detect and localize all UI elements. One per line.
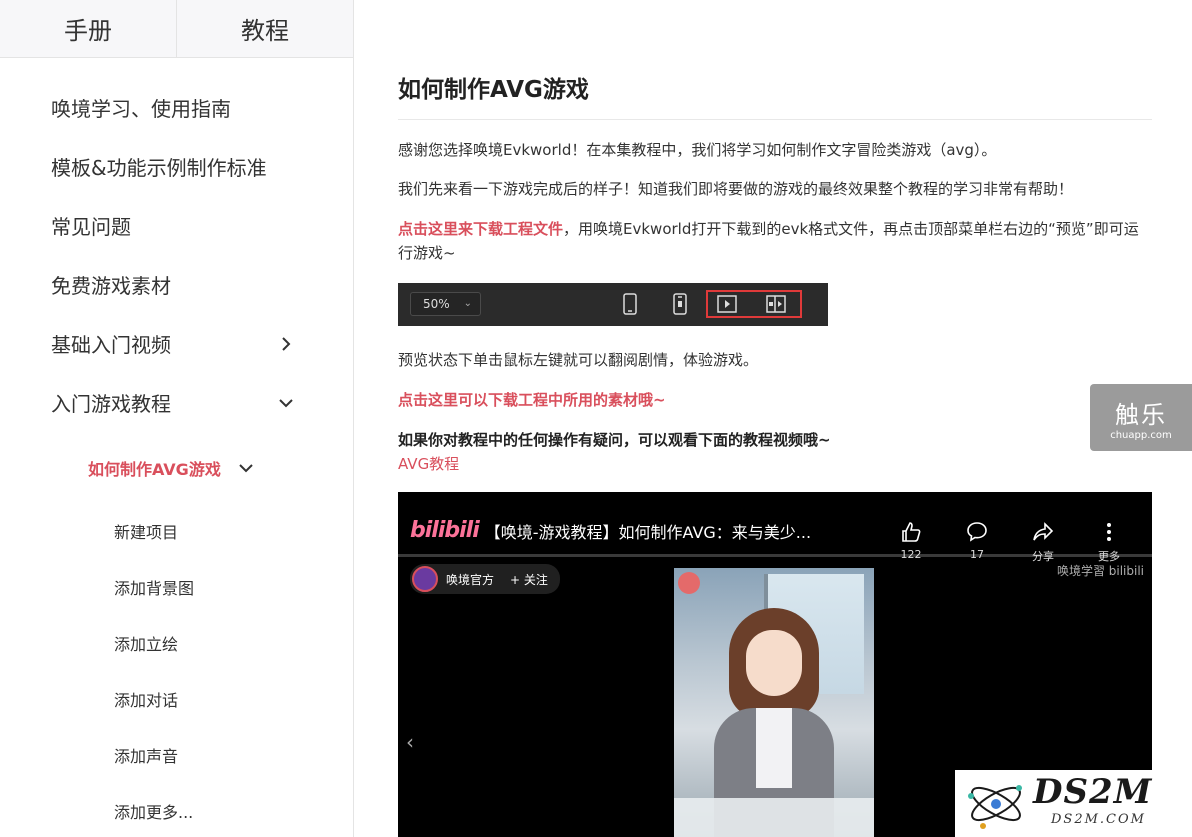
zoom-select: 50% ⌄ [410, 292, 481, 316]
preview-split-icon [766, 295, 786, 313]
sidebar-leaf-add-dialogue[interactable]: 添加对话 [0, 671, 353, 727]
comment-button[interactable]: 17 [962, 520, 992, 564]
main-content: 如何制作AVG游戏 感谢您选择唤境Evkworld！在本集教程中，我们将学习如何… [354, 0, 1192, 837]
sidebar-item-game-tutorials[interactable]: 入门游戏教程 [0, 373, 353, 432]
like-count: 122 [900, 548, 922, 561]
ds2m-logo-text: DS2M [1033, 772, 1153, 812]
sidebar-item-faq[interactable]: 常见问题 [0, 196, 353, 255]
share-button[interactable]: 分享 [1028, 520, 1058, 564]
character-face [746, 630, 802, 696]
sidebar-item-label: 基础入门视频 [51, 333, 171, 357]
download-project-link[interactable]: 点击这里来下载工程文件 [398, 220, 563, 238]
chevron-down-icon [279, 398, 293, 407]
share-icon [1033, 522, 1054, 541]
sidebar: 手册 教程 唤境学习、使用指南 模板&功能示例制作标准 常见问题 免费游戏素材 … [0, 0, 354, 837]
more-button[interactable]: 更多 [1094, 520, 1124, 564]
download-assets-link[interactable]: 点击这里可以下载工程中所用的素材哦~ [398, 388, 1152, 412]
video-watermark: 唤境学習 bilibili [1056, 564, 1144, 578]
tablet-icon [673, 293, 687, 315]
video-hint: 如果你对教程中的任何操作有疑问，可以观看下面的教程视频哦~ [398, 431, 831, 449]
sidebar-item-label: 常见问题 [51, 215, 131, 239]
video-actions: 122 17 分享 更多 [896, 520, 1124, 564]
chevron-left-icon[interactable]: ‹ [406, 730, 414, 754]
comment-count: 17 [970, 548, 984, 561]
chevron-down-icon [239, 463, 253, 472]
atom-logo-icon [968, 785, 1022, 829]
channel-name[interactable]: 唤境官方 [446, 571, 494, 588]
sidebar-item-basic-videos[interactable]: 基础入门视频 [0, 314, 353, 373]
avg-tutorial-link[interactable]: AVG教程 [398, 452, 1152, 476]
share-label: 分享 [1032, 550, 1054, 563]
sidebar-item-label: 如何制作AVG游戏 [88, 459, 221, 479]
sidebar-item-label: 模板&功能示例制作标准 [51, 156, 267, 180]
channel-badge: 唤境官方 + 关注 [410, 564, 560, 594]
chuapp-title: 触乐 [1115, 400, 1167, 429]
sidebar-leaf-new-project[interactable]: 新建项目 [0, 503, 353, 559]
chevron-right-icon [282, 336, 291, 351]
preview-paragraph: 我们先来看一下游戏完成后的样子！知道我们即将要做的游戏的最终效果整个教程的学习非… [398, 180, 1074, 198]
sidebar-item-label: 唤境学习、使用指南 [51, 97, 231, 121]
page-title: 如何制作AVG游戏 [398, 77, 589, 103]
sidebar-leaf-add-more[interactable]: 添加更多... [0, 783, 353, 837]
like-button[interactable]: 122 [896, 520, 926, 564]
sidebar-nav: 唤境学习、使用指南 模板&功能示例制作标准 常见问题 免费游戏素材 基础入门视频… [0, 58, 353, 837]
sidebar-item-template-standard[interactable]: 模板&功能示例制作标准 [0, 137, 353, 196]
sidebar-leaf-add-portrait[interactable]: 添加立绘 [0, 615, 353, 671]
comment-icon [967, 522, 987, 542]
sidebar-leaf-add-sound[interactable]: 添加声音 [0, 727, 353, 783]
ds2m-url: DS2M.COM [1051, 812, 1146, 827]
phone-portrait-icon [623, 293, 637, 315]
scene-desk [674, 798, 874, 837]
zoom-value: 50% [423, 297, 450, 311]
tab-manual[interactable]: 手册 [0, 0, 177, 57]
ds2m-watermark: DS2M DS2M.COM [955, 770, 1192, 837]
top-tabs: 手册 教程 [0, 0, 353, 58]
follow-button[interactable]: + 关注 [510, 571, 548, 588]
tab-tutorial[interactable]: 教程 [177, 0, 353, 57]
chevron-down-icon: ⌄ [463, 298, 472, 309]
chuapp-floating-badge[interactable]: 触乐 chuapp.com [1090, 384, 1192, 451]
sidebar-item-guide[interactable]: 唤境学习、使用指南 [0, 78, 353, 137]
sidebar-item-label: 入门游戏教程 [51, 392, 171, 416]
sidebar-item-avg-tutorial[interactable]: 如何制作AVG游戏 [0, 432, 353, 503]
character-shirt [756, 708, 792, 788]
back-icon [678, 572, 700, 594]
video-title[interactable]: 【唤境-游戏教程】如何制作AVG：来与美少... [485, 519, 811, 543]
sidebar-item-label: 免费游戏素材 [51, 274, 171, 298]
intro-paragraph: 感谢您选择唤境Evkworld！在本集教程中，我们将学习如何制作文字冒险类游戏（… [398, 141, 997, 159]
preview-toolbar-image: 50% ⌄ [398, 283, 828, 326]
video-title-row: bilibili 【唤境-游戏教程】如何制作AVG：来与美少... [410, 518, 811, 543]
more-vertical-icon [1107, 523, 1111, 541]
chuapp-url: chuapp.com [1110, 429, 1172, 441]
download-paragraph: 点击这里来下载工程文件，用唤境Evkworld打开下载到的evk格式文件，再点击… [398, 217, 1152, 265]
avatar[interactable] [412, 566, 438, 592]
preview-tip: 预览状态下单击鼠标左键就可以翻阅剧情，体验游戏。 [398, 351, 759, 369]
bilibili-logo: bilibili [410, 518, 480, 543]
thumbs-up-icon [902, 522, 921, 542]
title-divider [398, 119, 1152, 120]
video-scene [674, 568, 874, 837]
sidebar-leaf-add-background[interactable]: 添加背景图 [0, 559, 353, 615]
sidebar-item-free-assets[interactable]: 免费游戏素材 [0, 255, 353, 314]
preview-play-icon [717, 295, 737, 313]
